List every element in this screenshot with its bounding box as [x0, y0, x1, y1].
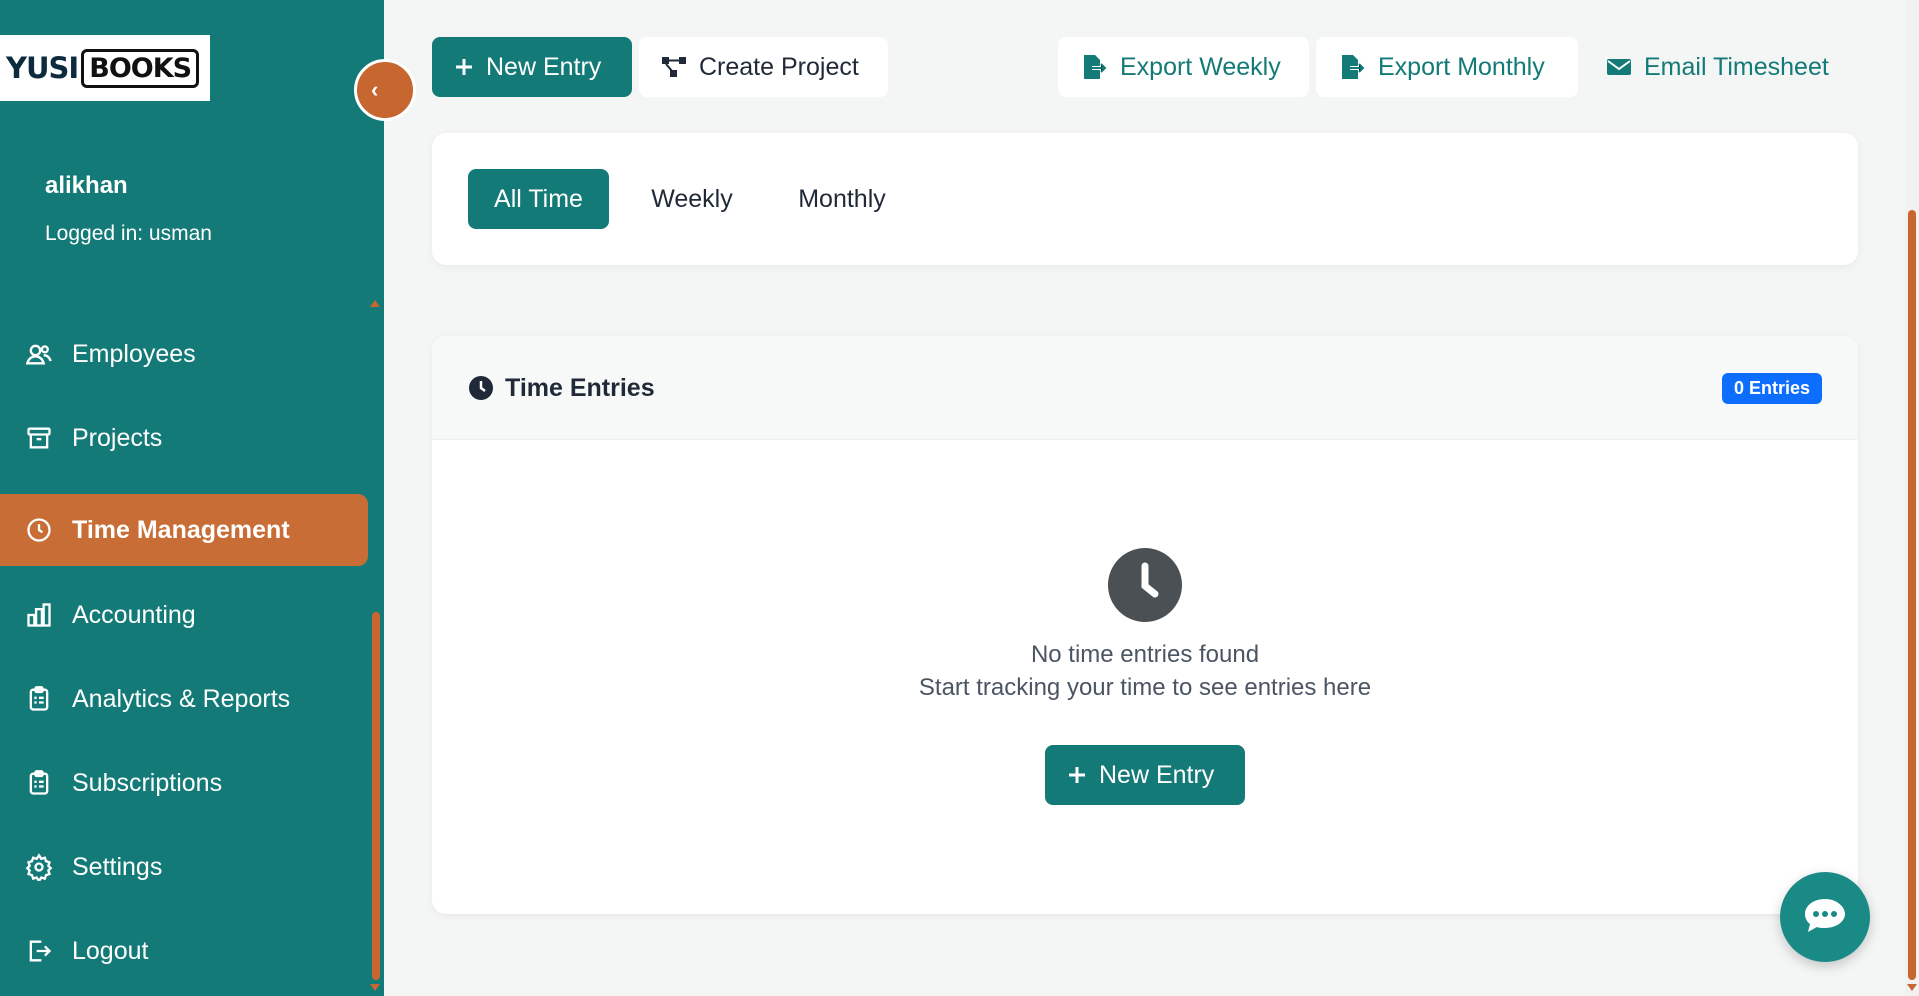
time-entries-title: Time Entries — [505, 374, 655, 402]
tab-weekly[interactable]: Weekly — [627, 169, 757, 229]
email-timesheet-label: Email Timesheet — [1644, 52, 1829, 81]
logo-text-yusi: YUSI — [6, 51, 79, 85]
time-entries-card: Time Entries 0 Entries No time entries f… — [432, 336, 1858, 914]
archive-icon — [25, 424, 53, 452]
sidebar-item-employees[interactable]: Employees — [0, 318, 368, 390]
email-timesheet-button[interactable]: Email Timesheet — [1584, 37, 1844, 97]
export-monthly-button[interactable]: Export Monthly — [1316, 37, 1578, 97]
new-entry-label: New Entry — [1099, 760, 1215, 789]
employees-icon — [25, 340, 53, 368]
entries-count-badge: 0 Entries — [1721, 373, 1822, 404]
sidebar-scroll-up-arrow[interactable] — [370, 300, 380, 307]
gear-icon — [25, 853, 53, 881]
sidebar-item-label: Settings — [72, 852, 163, 881]
envelope-icon — [1606, 57, 1632, 77]
sidebar: YUSI BOOKS alikhan Logged in: usman Empl… — [0, 0, 384, 996]
page-scroll-down-arrow[interactable] — [1907, 984, 1917, 991]
sidebar-scroll-down-arrow[interactable] — [370, 984, 380, 991]
chat-button[interactable] — [1780, 872, 1870, 962]
sidebar-item-label: Logout — [72, 936, 149, 965]
logout-icon — [25, 937, 53, 965]
plus-icon — [454, 57, 474, 77]
logged-in-status: Logged in: usman — [45, 222, 212, 245]
sidebar-item-label: Projects — [72, 423, 163, 452]
sidebar-item-label: Accounting — [72, 600, 196, 629]
export-monthly-label: Export Monthly — [1378, 52, 1545, 81]
sidebar-item-label: Employees — [72, 339, 196, 368]
sidebar-collapse-button[interactable]: ‹ — [354, 59, 416, 121]
empty-state-new-entry-button[interactable]: New Entry — [1045, 745, 1245, 805]
clock-icon — [1108, 548, 1182, 622]
file-export-icon — [1338, 53, 1366, 81]
export-weekly-label: Export Weekly — [1120, 52, 1281, 81]
page-scrollbar-thumb[interactable] — [1908, 210, 1916, 980]
tab-monthly[interactable]: Monthly — [767, 169, 917, 229]
time-filter-card: All Time Weekly Monthly — [432, 133, 1858, 265]
new-entry-button[interactable]: New Entry — [432, 37, 632, 97]
sidebar-item-time-management[interactable]: Time Management — [0, 494, 368, 566]
chat-bubble-icon — [1803, 896, 1847, 939]
sidebar-item-logout[interactable]: Logout — [0, 915, 368, 987]
sidebar-scrollbar[interactable] — [372, 612, 380, 980]
chevron-left-icon: ‹ — [371, 77, 379, 102]
export-weekly-button[interactable]: Export Weekly — [1058, 37, 1309, 97]
empty-state-subtitle: Start tracking your time to see entries … — [918, 674, 1372, 701]
tab-all-time[interactable]: All Time — [468, 169, 609, 229]
sidebar-item-settings[interactable]: Settings — [0, 831, 368, 903]
sidebar-item-label: Time Management — [72, 515, 290, 544]
create-project-button[interactable]: Create Project — [639, 37, 888, 97]
sidebar-item-label: Analytics & Reports — [72, 684, 291, 713]
sidebar-item-projects[interactable]: Projects — [0, 402, 368, 474]
logo-text-books: BOOKS — [81, 48, 200, 88]
brand-logo[interactable]: YUSI BOOKS — [0, 35, 210, 101]
time-entries-header: Time Entries 0 Entries — [432, 336, 1858, 440]
clipboard-icon — [25, 769, 53, 797]
file-export-icon — [1080, 53, 1108, 81]
sidebar-item-accounting[interactable]: Accounting — [0, 579, 368, 651]
clock-icon — [25, 516, 53, 544]
plus-icon — [1067, 765, 1087, 785]
empty-state-title: No time entries found — [1030, 641, 1260, 668]
new-entry-label: New Entry — [486, 52, 602, 81]
project-diagram-icon — [661, 56, 687, 78]
clock-icon — [468, 375, 494, 401]
sidebar-item-label: Subscriptions — [72, 768, 223, 797]
sidebar-item-analytics-reports[interactable]: Analytics & Reports — [0, 663, 368, 735]
user-name: alikhan — [45, 172, 128, 199]
sidebar-item-subscriptions[interactable]: Subscriptions — [0, 747, 368, 819]
clipboard-icon — [25, 685, 53, 713]
create-project-label: Create Project — [699, 52, 859, 81]
bar-chart-icon — [25, 601, 53, 629]
